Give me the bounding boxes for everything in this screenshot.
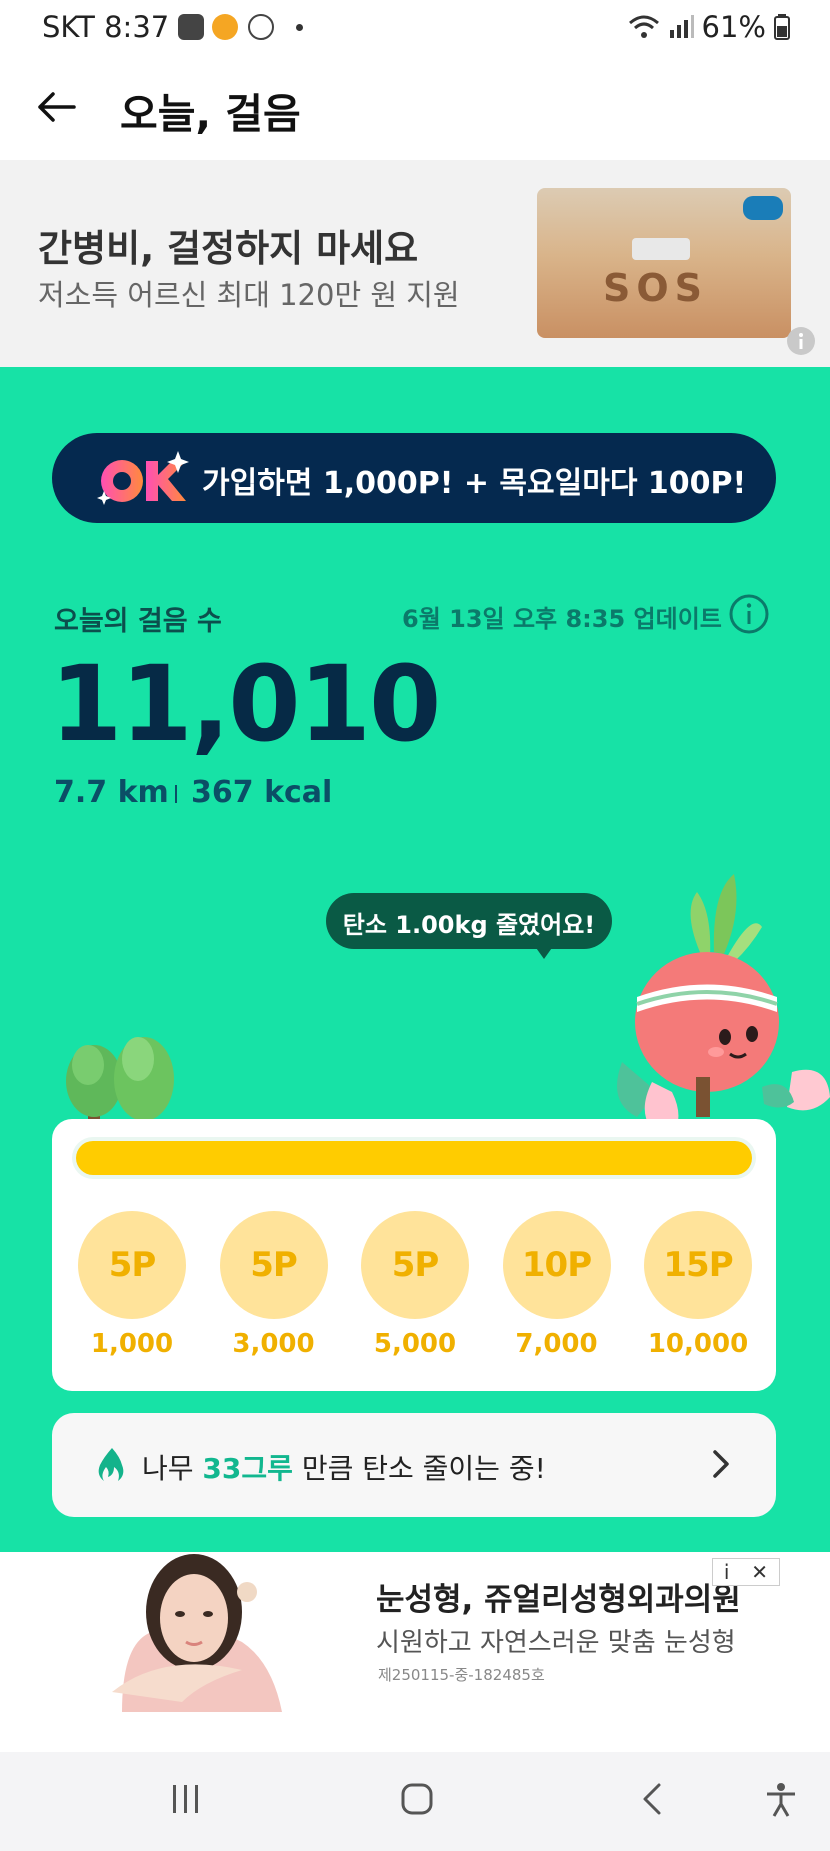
- notification-icon: [178, 14, 204, 40]
- top-ad-image: SOS: [537, 188, 791, 338]
- carbon-speech-bubble: 탄소 1.00kg 줄였어요!: [326, 893, 612, 959]
- carbon-bubble-text: 탄소 1.00kg 줄였어요!: [342, 911, 596, 939]
- carbon-row-text: 나무 33그루 만큼 탄소 줄이는 중!: [142, 1447, 546, 1487]
- battery-icon: [774, 14, 790, 40]
- calories-value: 367 kcal: [191, 775, 333, 810]
- carbon-row-suffix: 만큼 탄소 줄이는 중!: [292, 1452, 546, 1485]
- stat-divider: [175, 785, 177, 803]
- reward-step-threshold: 7,000: [515, 1329, 598, 1359]
- signal-icon: [669, 15, 694, 38]
- distance-value: 7.7 km: [54, 775, 169, 810]
- notification-z-icon: [248, 14, 274, 40]
- notification-app-icon: [212, 14, 238, 40]
- bottom-ad-subline: 시원하고 자연스러운 맞춤 눈성형: [376, 1628, 736, 1658]
- reward-progress-card: 5P 1,000 5P 3,000 5P 5,000 10P 7,000 15P…: [52, 1119, 776, 1391]
- bottom-ad-registration: 제250115-중-182485호: [378, 1666, 545, 1684]
- steps-label: 오늘의 걸음 수: [54, 606, 222, 637]
- reward-milestone[interactable]: 5P 5,000: [361, 1211, 469, 1359]
- home-icon[interactable]: [400, 1782, 434, 1816]
- top-ad-logo-badge: [743, 196, 783, 220]
- ok-logo-icon: [97, 451, 189, 505]
- update-timestamp: 6월 13일 오후 8:35 업데이트: [402, 605, 722, 633]
- reward-milestones: 5P 1,000 5P 3,000 5P 5,000 10P 7,000 15P…: [78, 1211, 752, 1359]
- status-carrier-time: SKT 8:37: [42, 10, 170, 44]
- app-header: 오늘, 걸음: [0, 54, 830, 160]
- back-arrow-icon[interactable]: [34, 84, 80, 130]
- wifi-icon: [628, 15, 659, 38]
- reward-milestone[interactable]: 5P 3,000: [219, 1211, 328, 1359]
- battery-percent: 61%: [701, 10, 766, 44]
- reward-points-coin[interactable]: 5P: [78, 1211, 186, 1319]
- reward-points-coin[interactable]: 10P: [502, 1211, 611, 1319]
- step-count: 11,010: [50, 643, 441, 765]
- bottom-ad-banner[interactable]: 눈성형, 쥬얼리성형외과의원 시원하고 자연스러운 맞춤 눈성형 제250115…: [0, 1552, 830, 1752]
- ad-info-icon[interactable]: [786, 326, 816, 356]
- status-bar: SKT 8:37 61%: [0, 0, 830, 54]
- reward-step-threshold: 1,000: [90, 1329, 174, 1359]
- reward-step-threshold: 3,000: [232, 1329, 315, 1359]
- ok-cashbag-promo-banner[interactable]: 가입하면 1,000P! + 목요일마다 100P!: [52, 433, 776, 523]
- top-ad-subline: 저소득 어르신 최대 120만 원 지원: [38, 278, 460, 312]
- ad-info-button[interactable]: i: [724, 1560, 730, 1584]
- reward-points-coin[interactable]: 15P: [644, 1211, 752, 1319]
- reward-step-threshold: 10,000: [647, 1329, 749, 1359]
- recent-apps-icon[interactable]: [170, 1782, 202, 1816]
- carbon-reduction-row[interactable]: 나무 33그루 만큼 탄소 줄이는 중!: [52, 1413, 776, 1517]
- radish-mascot-illustration: [617, 874, 830, 1142]
- carbon-row-prefix: 나무: [142, 1452, 203, 1485]
- status-right: 61%: [628, 10, 790, 44]
- top-ad-headline: 간병비, 걸정하지 마세요: [38, 227, 419, 270]
- reward-points-coin[interactable]: 5P: [219, 1211, 328, 1319]
- chevron-right-icon[interactable]: [712, 1449, 730, 1479]
- reward-milestone[interactable]: 15P 10,000: [644, 1211, 752, 1359]
- ad-model-photo: [82, 1552, 328, 1712]
- more-notifications-icon: [296, 24, 303, 31]
- bubble-tail: [534, 945, 554, 959]
- back-icon[interactable]: [640, 1782, 664, 1816]
- info-circle-icon[interactable]: [728, 593, 770, 635]
- promo-text: 가입하면 1,000P! + 목요일마다 100P!: [202, 466, 747, 501]
- hospital-bed-illustration: [632, 238, 690, 260]
- ad-controls: i ✕: [712, 1558, 780, 1586]
- reward-points-coin[interactable]: 5P: [361, 1211, 469, 1319]
- tree-count-highlight: 33그루: [202, 1452, 293, 1485]
- flame-icon: [98, 1448, 124, 1481]
- top-ad-banner[interactable]: 간병비, 걸정하지 마세요 저소득 어르신 최대 120만 원 지원 SOS: [0, 160, 830, 367]
- bottom-ad-headline: 눈성형, 쥬얼리성형외과의원: [376, 1582, 741, 1618]
- system-nav-bar: [0, 1752, 830, 1851]
- reward-milestone[interactable]: 5P 1,000: [78, 1211, 186, 1359]
- ad-close-button[interactable]: ✕: [751, 1560, 768, 1584]
- walking-main-section: 가입하면 1,000P! + 목요일마다 100P! 오늘의 걸음 수 6월 1…: [0, 367, 830, 1552]
- accessibility-icon[interactable]: [764, 1782, 798, 1818]
- page-title: 오늘, 걸음: [120, 90, 301, 138]
- reward-milestone[interactable]: 10P 7,000: [502, 1211, 611, 1359]
- top-ad-image-text: SOS: [603, 266, 709, 310]
- progress-fill: [76, 1141, 752, 1175]
- reward-step-threshold: 5,000: [373, 1329, 457, 1359]
